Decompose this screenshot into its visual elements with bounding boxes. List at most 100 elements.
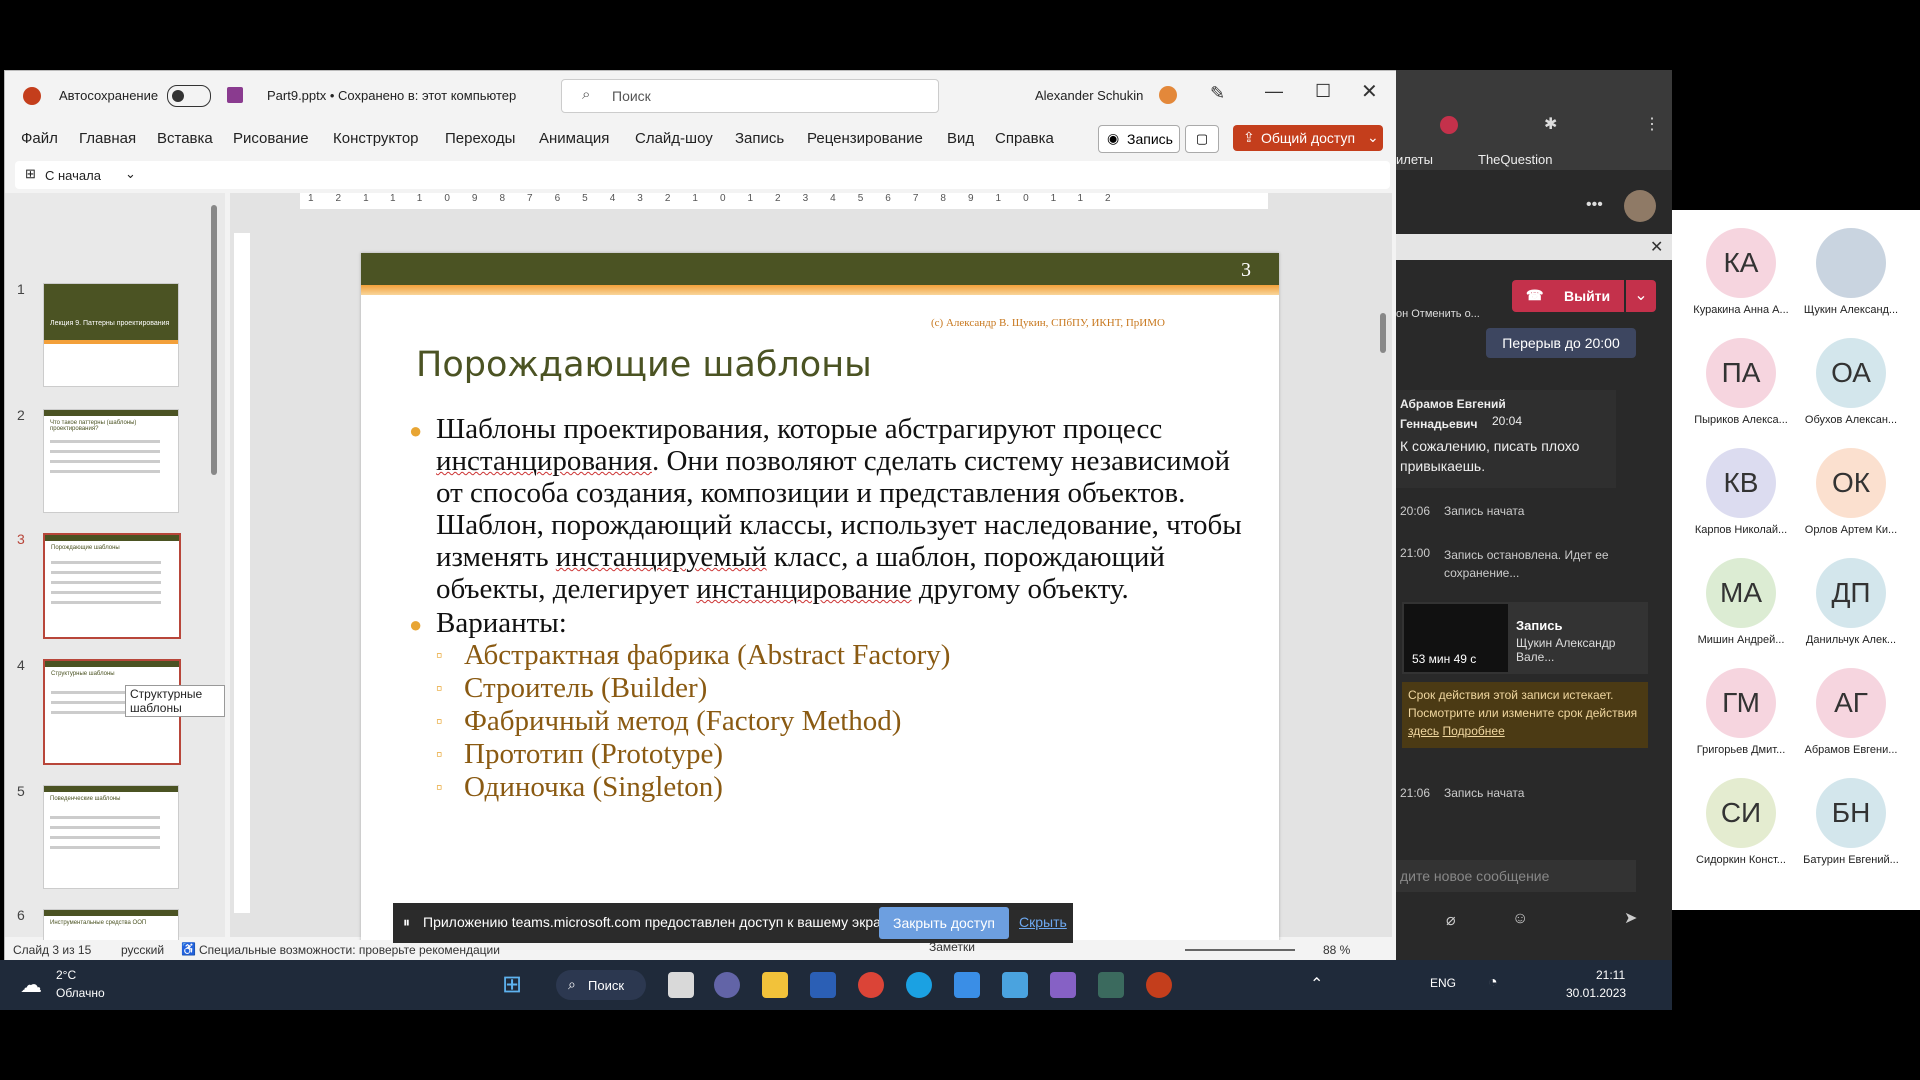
tab-slideshow[interactable]: Слайд-шоу	[635, 130, 713, 147]
emoji-icon[interactable]: ☺	[1512, 910, 1528, 928]
participant-tile[interactable]: КА Куракина Анна А...	[1686, 228, 1796, 316]
cancel-label[interactable]: он Отменить о...	[1396, 308, 1480, 320]
document-title[interactable]: Part9.pptx • Сохранено в: этот компьютер	[267, 88, 516, 103]
notepad-icon[interactable]	[1002, 972, 1028, 998]
tab-home[interactable]: Главная	[79, 130, 136, 147]
settings-icon[interactable]	[1098, 972, 1124, 998]
search-box[interactable]: ⌕ Поиск	[561, 79, 939, 113]
tab-view[interactable]: Вид	[947, 130, 974, 147]
participant-tile[interactable]: ГМ Григорьев Дмит...	[1686, 668, 1796, 756]
save-icon[interactable]	[227, 87, 243, 103]
bookmark-link[interactable]: TheQuestion	[1478, 152, 1552, 167]
mail-icon[interactable]	[954, 972, 980, 998]
accessibility-status[interactable]: Специальные возможности: проверьте реком…	[199, 943, 500, 957]
tab-record[interactable]: Запись	[735, 130, 784, 147]
tab-transitions[interactable]: Переходы	[445, 130, 515, 147]
tab-review[interactable]: Рецензирование	[807, 130, 923, 147]
participant-tile[interactable]: БН Батурин Евгений...	[1796, 778, 1906, 866]
close-button[interactable]: ✕	[1361, 79, 1378, 104]
slide-accent-band	[361, 285, 1279, 295]
from-start-button[interactable]: С начала	[45, 168, 101, 183]
menu-icon[interactable]: ⋮	[1644, 114, 1660, 134]
chevron-down-icon[interactable]: ⌄	[125, 166, 136, 182]
slide-counter[interactable]: Слайд 3 из 15	[13, 943, 91, 957]
here-link[interactable]: здесь	[1408, 724, 1439, 738]
bookmark-link[interactable]: илеты	[1396, 152, 1433, 167]
leave-button[interactable]: ☎ Выйти	[1512, 280, 1624, 312]
participant-tile[interactable]: АГ Абрамов Евгени...	[1796, 668, 1906, 756]
maximize-button[interactable]: ☐	[1315, 81, 1331, 102]
tab-help[interactable]: Справка	[995, 130, 1054, 147]
notification-text: Приложению teams.microsoft.com предостав…	[423, 914, 899, 930]
user-name[interactable]: Alexander Schukin	[1035, 88, 1143, 103]
hide-link[interactable]: Скрыть	[1019, 914, 1067, 930]
taskbar-search[interactable]: ⌕ Поиск	[556, 970, 646, 1000]
language-indicator[interactable]: русский	[121, 943, 164, 957]
slide-thumbnail[interactable]: Лекция 9. Паттерны проектирования	[43, 283, 179, 387]
chrome-icon[interactable]	[858, 972, 884, 998]
participant-tile[interactable]: ДП Данильчук Алек...	[1796, 558, 1906, 646]
participant-tile[interactable]: ОК Орлов Артем Ки...	[1796, 448, 1906, 536]
thumb-number: 5	[17, 783, 25, 799]
zoom-level[interactable]: 88 %	[1323, 943, 1350, 957]
weather-icon[interactable]: ☁	[20, 972, 42, 998]
explorer-icon[interactable]	[762, 972, 788, 998]
visual-studio-icon[interactable]	[1050, 972, 1076, 998]
participant-avatar: ДП	[1816, 558, 1886, 628]
word-icon[interactable]	[810, 972, 836, 998]
share-button[interactable]: ⇪ Общий доступ ⌄	[1233, 125, 1383, 151]
record-button[interactable]: ◉ Запись	[1098, 125, 1180, 153]
task-view-icon[interactable]	[668, 972, 694, 998]
close-icon[interactable]: ✕	[1650, 237, 1663, 257]
puzzle-icon[interactable]: ✱	[1544, 114, 1557, 134]
tab-file[interactable]: Файл	[21, 130, 58, 147]
extension-icon[interactable]	[1440, 116, 1458, 134]
chevron-up-icon[interactable]: ⌃	[1310, 974, 1323, 994]
autosave-toggle[interactable]	[167, 85, 211, 107]
participant-tile[interactable]: МА Мишин Андрей...	[1686, 558, 1796, 646]
user-avatar[interactable]	[1159, 86, 1177, 104]
tab-insert[interactable]: Вставка	[157, 130, 213, 147]
edge-icon[interactable]	[906, 972, 932, 998]
tab-draw[interactable]: Рисование	[233, 130, 309, 147]
recording-card[interactable]: 53 мин 49 с Запись Щукин Александр Вале.…	[1402, 602, 1648, 674]
slide-thumbnail[interactable]: Поведенческие шаблоны	[43, 785, 179, 889]
participant-tile[interactable]: ОА Обухов Алексан...	[1796, 338, 1906, 426]
language-indicator[interactable]: ENG	[1430, 976, 1456, 990]
participant-tile[interactable]: КВ Карпов Николай...	[1686, 448, 1796, 536]
participant-name: Данильчук Алек...	[1805, 634, 1897, 646]
windows-taskbar: ☁ 2°C Облачно ⊞ ⌕ Поиск ⌃ ◔ ENG 21:11 30…	[0, 960, 1672, 1010]
slide[interactable]: 3 (c) Александр В. Щукин, СПбПУ, ИКНТ, П…	[361, 253, 1279, 943]
tab-animations[interactable]: Анимация	[539, 130, 609, 147]
participant-avatar: МА	[1706, 558, 1776, 628]
compose-box[interactable]: дите новое сообщение	[1396, 860, 1636, 892]
participant-tile[interactable]: Щукин Александ...	[1796, 228, 1906, 316]
pen-icon[interactable]: ✎	[1210, 83, 1225, 104]
start-icon[interactable]: ⊞	[502, 970, 522, 999]
powerpoint-icon[interactable]	[1146, 972, 1172, 998]
leave-dropdown[interactable]: ⌄	[1626, 280, 1656, 312]
tab-design[interactable]: Конструктор	[333, 130, 419, 147]
minimize-button[interactable]: —	[1265, 81, 1283, 102]
participant-tile[interactable]: СИ Сидоркин Конст...	[1686, 778, 1796, 866]
slide-thumbnail[interactable]: Что такое паттерны (шаблоны) проектирова…	[43, 409, 179, 513]
profile-avatar[interactable]	[1624, 190, 1656, 222]
network-icon[interactable]: ◔	[1488, 974, 1498, 992]
teams-icon[interactable]	[714, 972, 740, 998]
more-link[interactable]: Подробнее	[1443, 724, 1505, 738]
expiry-warning: Срок действия этой записи истекает. Посм…	[1402, 682, 1648, 748]
stop-sharing-button[interactable]: Закрыть доступ	[879, 907, 1009, 939]
comments-button[interactable]: ▢	[1185, 125, 1219, 153]
thumb-number: 3	[17, 531, 25, 547]
clock-time[interactable]: 21:11	[1596, 968, 1625, 982]
attach-icon[interactable]: ⌀	[1446, 910, 1456, 930]
vertical-ruler	[234, 233, 250, 913]
clock-date[interactable]: 30.01.2023	[1566, 986, 1626, 1000]
thumbnail-scrollbar[interactable]	[211, 205, 217, 475]
slide-thumbnail-selected[interactable]: Порождающие шаблоны	[43, 533, 181, 639]
vertical-scrollbar[interactable]	[1380, 313, 1386, 353]
more-options-icon[interactable]: •••	[1586, 196, 1603, 214]
zoom-slider[interactable]	[1185, 949, 1295, 951]
participant-tile[interactable]: ПА Пыриков Алекса...	[1686, 338, 1796, 426]
send-icon[interactable]: ➤	[1624, 908, 1637, 928]
